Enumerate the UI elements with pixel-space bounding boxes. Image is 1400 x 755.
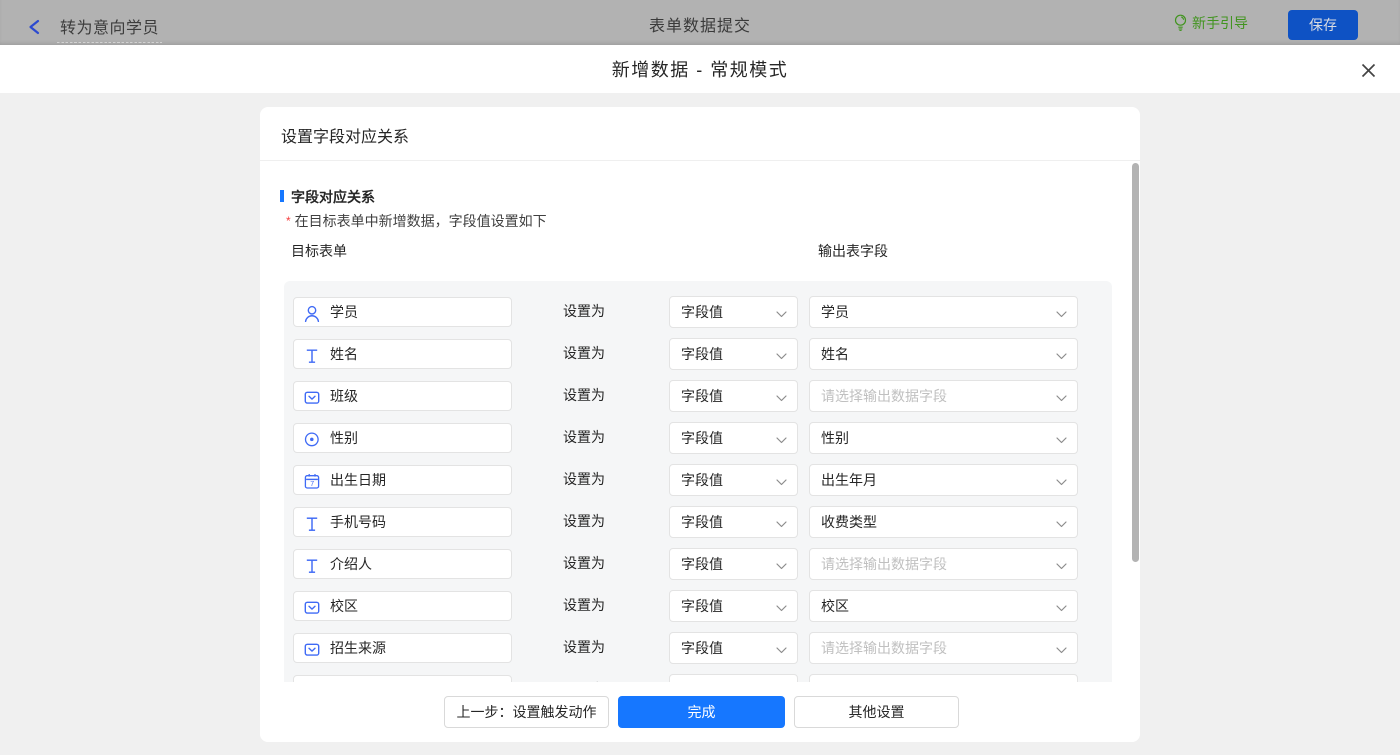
svg-text:7: 7 [310,481,314,488]
